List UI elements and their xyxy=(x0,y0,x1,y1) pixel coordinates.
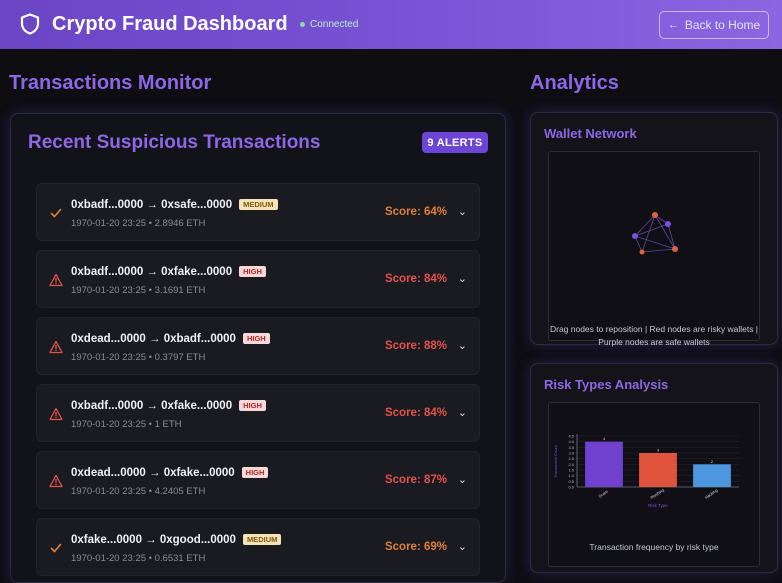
app-title: Crypto Fraud Dashboard xyxy=(52,13,288,35)
severity-badge: HIGH xyxy=(242,333,270,344)
transaction-addresses: 0xbadf...0000 → 0xfake...0000 HIGH xyxy=(71,400,266,412)
chevron-down-icon[interactable]: ⌄ xyxy=(458,205,467,218)
bar-value-label: 2 xyxy=(711,459,714,464)
transaction-meta: 1970-01-20 23:25 • 0.3797 ETH xyxy=(71,352,206,363)
y-tick-label: 2.5 xyxy=(568,456,574,461)
back-button-label: Back to Home xyxy=(684,18,761,32)
safe-wallet-node[interactable] xyxy=(665,221,671,227)
warning-icon xyxy=(49,474,63,488)
address-text: 0xbadf...0000 → 0xsafe...0000 xyxy=(71,199,233,211)
address-text: 0xfake...0000 → 0xgood...0000 xyxy=(71,534,236,546)
address-text: 0xbadf...0000 → 0xfake...0000 xyxy=(71,400,233,412)
y-tick-label: 2.0 xyxy=(568,462,574,467)
y-tick-label: 4.0 xyxy=(568,439,574,444)
risky-wallet-node[interactable] xyxy=(672,246,678,252)
address-text: 0xdead...0000 → 0xfake...0000 xyxy=(71,467,235,479)
y-tick-label: 1.0 xyxy=(568,473,574,478)
y-axis-label: Transaction Count xyxy=(553,444,558,477)
transaction-row[interactable]: 0xbadf...0000 → 0xfake...0000 HIGH 1970-01… xyxy=(36,384,480,442)
bar-hacking xyxy=(693,464,731,487)
transaction-row[interactable]: 0xdead...0000 → 0xbadf...0000 HIGH 1970-01… xyxy=(36,317,480,375)
chevron-down-icon[interactable]: ⌄ xyxy=(458,272,467,285)
severity-badge: HIGH xyxy=(239,266,266,277)
warning-icon xyxy=(49,407,63,421)
shield-icon xyxy=(20,13,40,35)
x-axis-label: Risk Type xyxy=(648,503,668,508)
recent-transactions-title: Recent Suspicious Transactions xyxy=(28,132,321,153)
transaction-addresses: 0xbadf...0000 → 0xsafe...0000 MEDIUM xyxy=(71,199,278,211)
check-icon xyxy=(50,543,62,553)
check-icon xyxy=(50,208,62,218)
analytics-title: Analytics xyxy=(530,72,619,94)
transaction-meta: 1970-01-20 23:25 • 0.6531 ETH xyxy=(71,553,206,564)
risk-types-title: Risk Types Analysis xyxy=(544,377,669,392)
alerts-count-badge: 9 ALERTS xyxy=(422,132,488,153)
risky-wallet-node[interactable] xyxy=(639,249,645,255)
transaction-row[interactable]: 0xfake...0000 → 0xgood...0000 MEDIUM 1970-… xyxy=(36,518,480,576)
risk-chart-svg: 0.00.51.01.52.02.53.03.54.04.5 4 Scam 3 Phis… xyxy=(553,434,739,508)
y-tick-label: 3.0 xyxy=(568,451,574,456)
transaction-addresses: 0xbadf...0000 → 0xfake...0000 HIGH xyxy=(71,266,266,278)
transaction-addresses: 0xdead...0000 → 0xbadf...0000 HIGH xyxy=(71,333,270,345)
severity-badge: HIGH xyxy=(239,400,266,411)
connection-status: Connected xyxy=(300,19,358,30)
risk-score: Score: 88% xyxy=(384,340,447,352)
transaction-meta: 1970-01-20 23:25 • 1 ETH xyxy=(71,419,182,430)
status-dot-icon xyxy=(300,22,305,27)
bar-value-label: 3 xyxy=(657,448,660,453)
status-label: Connected xyxy=(310,19,359,30)
chevron-down-icon[interactable]: ⌄ xyxy=(458,540,467,553)
risk-score: Score: 87% xyxy=(384,474,447,486)
network-svg xyxy=(632,212,678,255)
warning-icon xyxy=(49,340,63,354)
category-label: Phishing xyxy=(649,487,664,500)
transaction-meta: 1970-01-20 23:25 • 4.2405 ETH xyxy=(71,486,206,497)
risk-score: Score: 84% xyxy=(384,407,447,419)
risk-score: Score: 84% xyxy=(384,273,447,285)
wallet-network-graph[interactable] xyxy=(548,151,760,341)
severity-badge: MEDIUM xyxy=(242,534,282,545)
y-tick-label: 4.5 xyxy=(568,434,574,439)
risky-wallet-node[interactable] xyxy=(652,212,658,218)
category-label: Scam xyxy=(598,488,610,498)
transaction-row[interactable]: 0xbadf...0000 → 0xsafe...0000 MEDIUM 1970-… xyxy=(36,183,480,241)
wallet-network-title: Wallet Network xyxy=(544,126,637,141)
severity-badge: MEDIUM xyxy=(239,199,278,210)
risk-score: Score: 64% xyxy=(384,206,447,218)
bar-phishing xyxy=(639,453,677,487)
risk-score: Score: 69% xyxy=(384,541,447,553)
address-text: 0xdead...0000 → 0xbadf...0000 xyxy=(71,333,236,345)
chevron-down-icon[interactable]: ⌄ xyxy=(458,339,467,352)
bar-value-label: 4 xyxy=(603,436,606,441)
address-text: 0xbadf...0000 → 0xfake...0000 xyxy=(71,266,233,278)
transaction-addresses: 0xfake...0000 → 0xgood...0000 MEDIUM xyxy=(71,534,282,546)
y-tick-label: 1.5 xyxy=(568,468,574,473)
transaction-meta: 1970-01-20 23:25 • 3.1691 ETH xyxy=(71,285,206,296)
warning-icon xyxy=(49,273,63,287)
wallet-network-caption: Drag nodes to reposition | Red nodes are… xyxy=(549,324,759,347)
severity-badge: HIGH xyxy=(241,467,269,478)
y-tick-label: 3.5 xyxy=(568,445,574,450)
y-tick-label: 0.0 xyxy=(568,485,574,490)
back-to-home-button[interactable]: ← Back to Home xyxy=(659,11,769,39)
transaction-row[interactable]: 0xdead...0000 → 0xfake...0000 HIGH 1970-01… xyxy=(36,451,480,509)
category-label: Hacking xyxy=(704,488,719,500)
bar-scam xyxy=(585,441,623,487)
arrow-left-icon: ← xyxy=(667,19,679,31)
app-header: Crypto Fraud Dashboard Connected ← Back … xyxy=(0,0,782,49)
y-tick-label: 0.5 xyxy=(568,479,574,484)
chevron-down-icon[interactable]: ⌄ xyxy=(458,406,467,419)
transaction-addresses: 0xdead...0000 → 0xfake...0000 HIGH xyxy=(71,467,269,479)
risk-chart-caption: Transaction frequency by risk type xyxy=(589,542,719,552)
transaction-meta: 1970-01-20 23:25 • 2.8946 ETH xyxy=(71,218,206,229)
safe-wallet-node[interactable] xyxy=(632,233,638,239)
transaction-row[interactable]: 0xbadf...0000 → 0xfake...0000 HIGH 1970-01… xyxy=(36,250,480,308)
chevron-down-icon[interactable]: ⌄ xyxy=(458,473,467,486)
transactions-monitor-title: Transactions Monitor xyxy=(9,72,212,94)
